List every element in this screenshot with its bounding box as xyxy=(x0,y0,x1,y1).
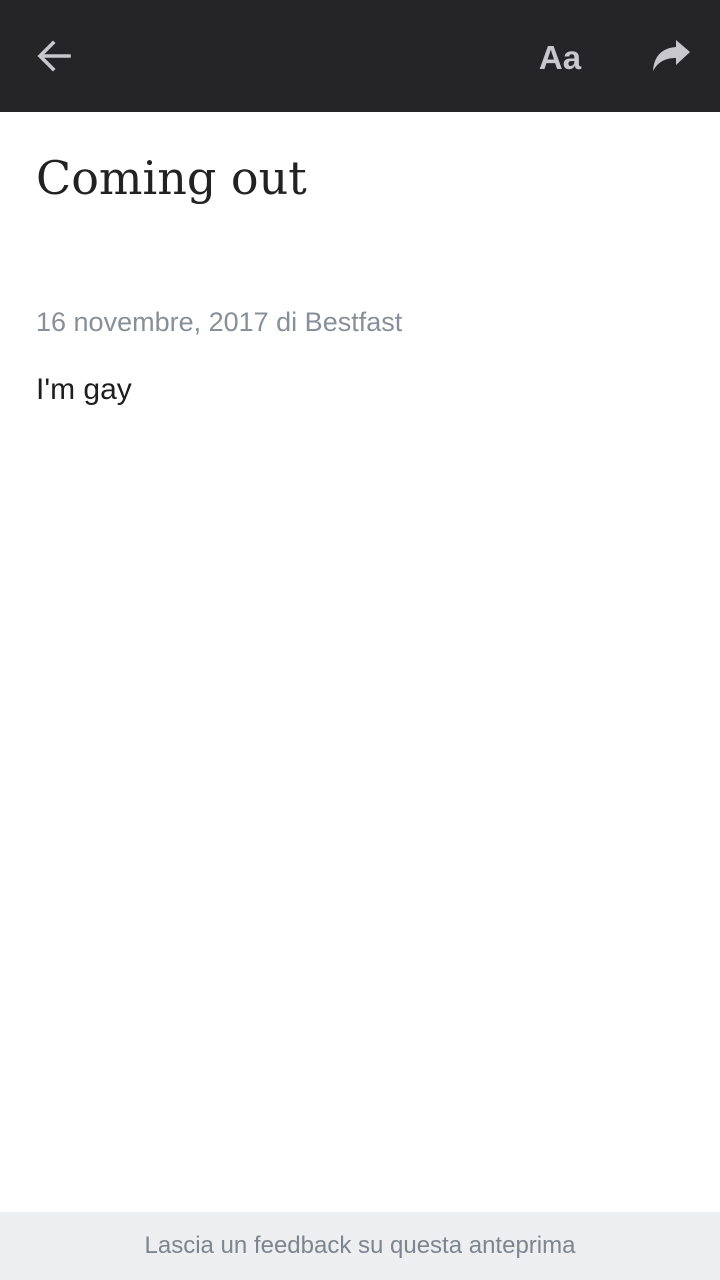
article-content: Coming out 16 novembre, 2017 di Bestfast… xyxy=(36,112,684,406)
share-arrow-icon xyxy=(653,40,690,71)
share-button[interactable] xyxy=(636,0,708,112)
back-button[interactable] xyxy=(18,0,90,112)
font-size-button[interactable]: Aa xyxy=(522,0,598,112)
article-meta: 16 novembre, 2017 di Bestfast xyxy=(36,307,403,337)
arrow-left-icon xyxy=(37,40,71,72)
font-size-label: Aa xyxy=(538,39,582,76)
feedback-link[interactable]: Lascia un feedback su questa anteprima xyxy=(145,1232,576,1260)
top-toolbar: Aa xyxy=(0,0,720,112)
feedback-bar[interactable]: Lascia un feedback su questa anteprima xyxy=(0,1212,720,1280)
article-body: I'm gay xyxy=(36,373,132,406)
article-title: Coming out xyxy=(36,151,307,205)
